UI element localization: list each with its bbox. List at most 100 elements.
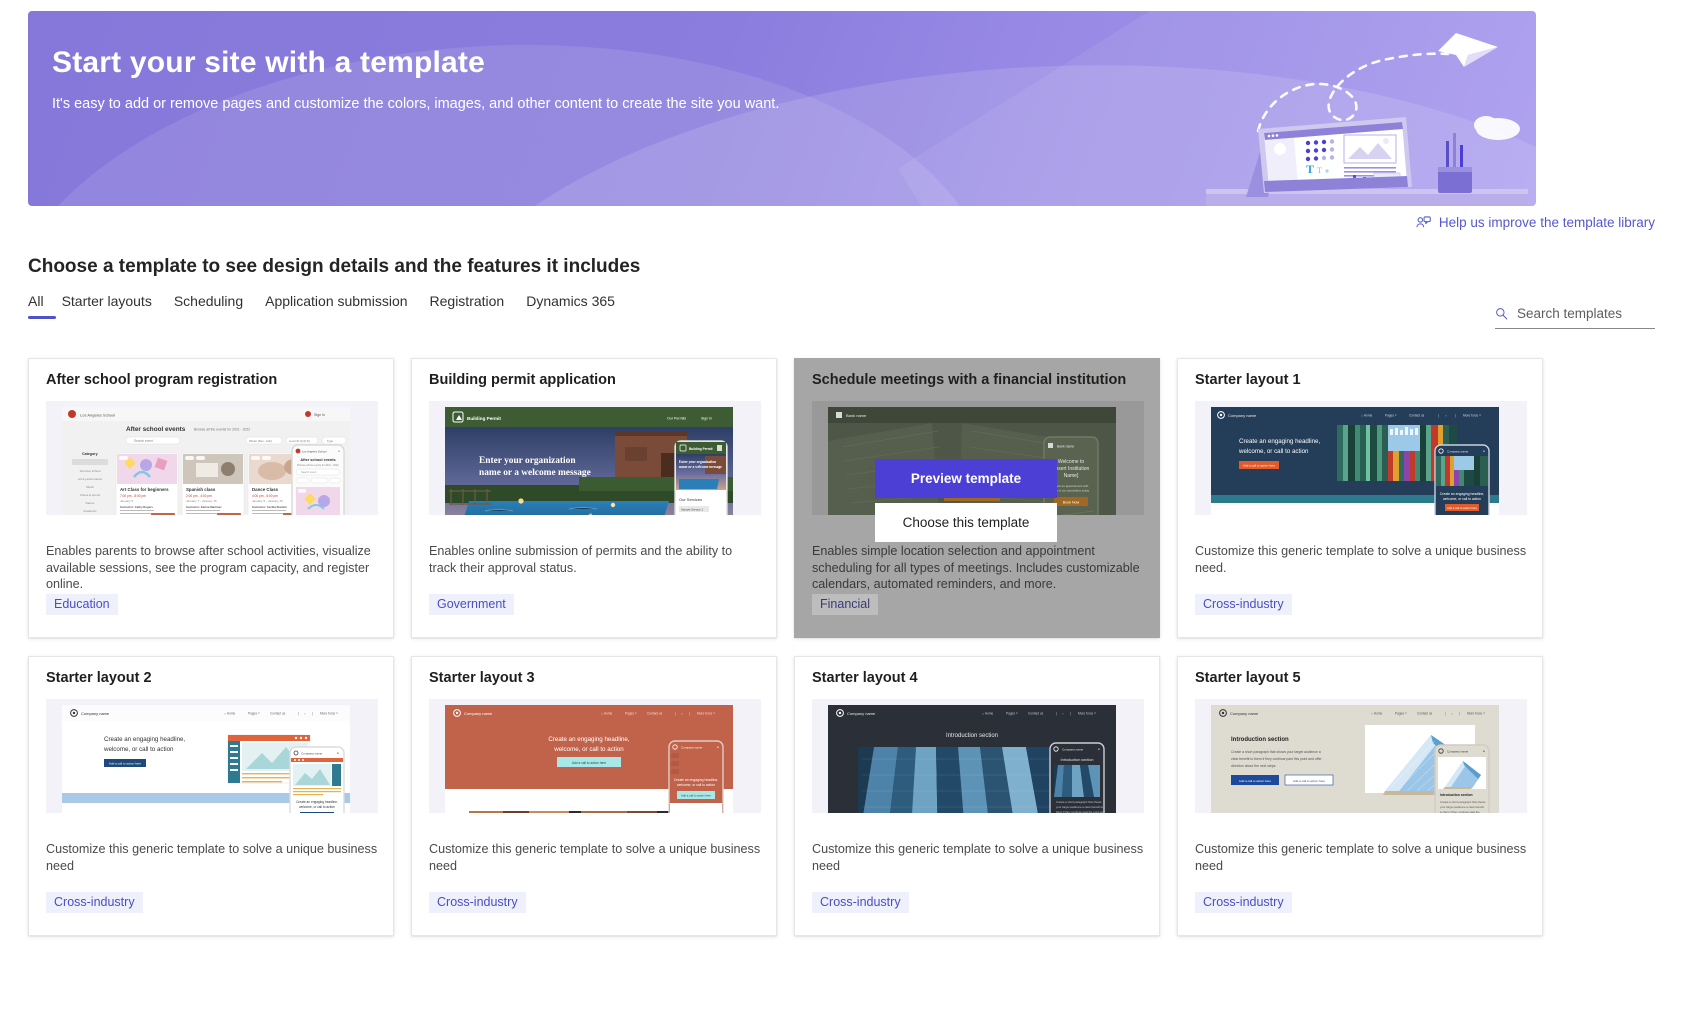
svg-text:Company name: Company name: [464, 711, 493, 716]
template-card-after-school[interactable]: After school program registration Los An…: [28, 358, 394, 638]
svg-text:⌂ Home: ⌂ Home: [982, 712, 994, 716]
tab-all-label: All: [28, 293, 44, 309]
svg-text:Create a short paragraph that: Create a short paragraph that shows: [1056, 800, 1102, 804]
svg-text:⌂ Home: ⌂ Home: [1371, 712, 1383, 716]
svg-text:≡: ≡: [1098, 747, 1100, 751]
svg-text:⌕: ⌕: [1451, 712, 1453, 716]
card-category-pill: Cross-industry: [1195, 892, 1292, 913]
tab-dynamics-365[interactable]: Dynamics 365: [526, 293, 637, 319]
svg-text:Add a call to action here: Add a call to action here: [681, 794, 711, 798]
card-category-pill: Cross-industry: [812, 892, 909, 913]
template-card-financial[interactable]: Schedule meetings with a financial insti…: [794, 358, 1160, 638]
tab-all[interactable]: All: [28, 293, 62, 319]
card-description: Customize this generic template to solve…: [1195, 842, 1527, 873]
svg-text:≡: ≡: [337, 751, 339, 755]
tab-starter-layouts-label: Starter layouts: [61, 293, 152, 309]
svg-text:Introduction section: Introduction section: [1061, 758, 1094, 762]
svg-text:Pages ˅: Pages ˅: [1395, 712, 1407, 716]
card-thumbnail: Company name ⌂ Home Pages ˅ Contact us | ⌕ |…: [46, 699, 378, 813]
svg-text:Create a short paragraph that: Create a short paragraph that shows: [1440, 800, 1486, 804]
monitor-illustration: T T: [1258, 117, 1412, 193]
svg-text:After school events: After school events: [300, 458, 335, 462]
svg-text:to them if they continue past: to them if they continue past the: [1440, 810, 1480, 813]
svg-text:Name]: Name]: [1064, 473, 1079, 479]
tab-starter-layouts[interactable]: Starter layouts: [62, 293, 174, 319]
template-card-starter-layout-3[interactable]: Starter layout 3 Company name ⌂ Home Page…: [411, 656, 777, 936]
search-icon: [1496, 308, 1508, 320]
card-description: Customize this generic template to solve…: [1195, 544, 1527, 575]
svg-text:Create an engaging headline,: Create an engaging headline,: [104, 736, 185, 743]
svg-text:Our Permits: Our Permits: [667, 417, 686, 421]
svg-text:Music: Music: [86, 485, 94, 489]
svg-text:2:00 pm - 4:00 pm: 2:00 pm - 4:00 pm: [186, 494, 212, 498]
svg-text:Pages ˅: Pages ˅: [248, 712, 260, 716]
svg-text:Browse all the events for 2021: Browse all the events for 2021 - 2022: [297, 464, 339, 467]
search-input[interactable]: [1516, 306, 1655, 321]
template-card-starter-layout-1[interactable]: Starter layout 1 Company name ⌂ Home Page…: [1177, 358, 1543, 638]
template-card-starter-layout-5[interactable]: Starter layout 5 Company name ⌂ Home Page…: [1177, 656, 1543, 936]
svg-text:Contact us: Contact us: [1409, 414, 1425, 418]
svg-text:welcome, or call to action: welcome, or call to action: [299, 805, 335, 809]
svg-text:Contact us: Contact us: [1417, 712, 1433, 716]
choose-this-template-button[interactable]: Choose this template: [875, 503, 1057, 542]
svg-text:Create an engaging headline,: Create an engaging headline,: [674, 778, 719, 782]
svg-text:January 5 - January 15: January 5 - January 15: [252, 499, 283, 503]
hero-subtitle: It's easy to add or remove pages and cus…: [52, 96, 780, 112]
template-card-building-permit[interactable]: Building permit application Building Per…: [411, 358, 777, 638]
svg-text:January 7 - January 15: January 7 - January 15: [186, 499, 217, 503]
svg-text:Contact us: Contact us: [647, 712, 663, 716]
card-category-pill: Cross-industry: [46, 892, 143, 913]
hero-banner: Start your site with a template It's eas…: [28, 11, 1536, 206]
svg-text:Our Services: Our Services: [679, 497, 702, 502]
svg-text:Sign in: Sign in: [314, 413, 325, 417]
template-card-starter-layout-4[interactable]: Starter layout 4 Company name ⌂ Home Page…: [794, 656, 1160, 936]
svg-text:Sign In: Sign In: [701, 417, 712, 421]
svg-text:Instructor: Karina Martinez: Instructor: Karina Martinez: [186, 505, 222, 509]
svg-text:More force ˅: More force ˅: [320, 712, 338, 716]
svg-text:Add a call to action here: Add a call to action here: [1243, 464, 1276, 468]
card-category-pill: Education: [46, 594, 118, 615]
help-improve-link[interactable]: Help us improve the template library: [1416, 215, 1655, 230]
tab-application-submission-label: Application submission: [265, 293, 408, 309]
svg-text:Company name: Company name: [681, 745, 703, 749]
svg-text:⌂ Home: ⌂ Home: [224, 712, 236, 716]
tab-application-submission[interactable]: Application submission: [265, 293, 429, 319]
svg-text:Bank name: Bank name: [846, 413, 867, 418]
card-title: Starter layout 5: [1195, 670, 1301, 686]
svg-text:one of our specialists today: one of our specialists today: [1053, 489, 1090, 493]
svg-text:≡: ≡: [717, 745, 719, 749]
svg-text:More force ˅: More force ˅: [1467, 712, 1485, 716]
card-description: Customize this generic template to solve…: [812, 842, 1144, 873]
svg-text:Contact us: Contact us: [1028, 712, 1044, 716]
svg-text:More force ˅: More force ˅: [1463, 414, 1481, 418]
svg-text:≡: ≡: [1483, 749, 1485, 753]
svg-text:More force ˅: More force ˅: [697, 712, 715, 716]
svg-text:⌕: ⌕: [1445, 414, 1447, 418]
svg-text:Spanish class: Spanish class: [186, 487, 216, 492]
feedback-icon: [1416, 215, 1431, 227]
card-category-pill: Government: [429, 594, 514, 615]
template-card-grid: After school program registration Los An…: [28, 358, 1658, 936]
svg-text:Sample Service 1: Sample Service 1: [681, 508, 703, 512]
svg-text:⌕: ⌕: [304, 712, 306, 716]
svg-text:More force ˅: More force ˅: [1078, 712, 1096, 716]
svg-text:clear benefit to them if they: clear benefit to them if they continue p…: [1231, 757, 1322, 761]
svg-text:Summer school: Summer school: [80, 469, 101, 473]
svg-text:Category: Category: [82, 452, 98, 456]
svg-text:Company name: Company name: [1447, 749, 1469, 753]
card-description: Enables parents to browse after school a…: [46, 544, 371, 591]
svg-text:Create an engaging headline,: Create an engaging headline,: [296, 800, 338, 804]
tab-scheduling[interactable]: Scheduling: [174, 293, 265, 319]
svg-text:Introduction section: Introduction section: [946, 733, 998, 739]
section-heading: Choose a template to see design details …: [28, 256, 641, 277]
svg-text:≡: ≡: [338, 449, 340, 453]
preview-template-button[interactable]: Preview template: [875, 459, 1057, 498]
card-thumbnail: Building Permit Our Permits Sign In Ente…: [429, 401, 761, 515]
template-card-starter-layout-2[interactable]: Starter layout 2 Company name ⌂ Home Page…: [28, 656, 394, 936]
svg-text:[Insert Institution: [Insert Institution: [1053, 466, 1090, 472]
tab-registration[interactable]: Registration: [430, 293, 527, 319]
search-templates-box[interactable]: [1495, 306, 1655, 329]
svg-text:⌕: ⌕: [1062, 712, 1064, 716]
svg-text:Add a call to action here: Add a call to action here: [572, 761, 606, 765]
svg-text:Contact us: Contact us: [270, 712, 286, 716]
